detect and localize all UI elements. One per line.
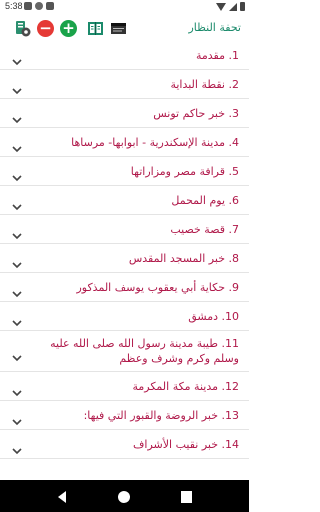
list-item-label: 13. خبر الروضة والقبور التي فيها:: [83, 408, 239, 422]
chevron-down-icon: [12, 347, 22, 362]
list-item[interactable]: 3. خبر حاكم تونس: [0, 99, 249, 128]
recents-button[interactable]: [180, 489, 193, 508]
chevron-down-icon: [12, 225, 22, 240]
list-item[interactable]: 8. خبر المسجد المقدس: [0, 244, 249, 273]
status-notification-icons: [24, 2, 54, 10]
list-item-label: 11. طيبة مدينة رسول الله صلى الله عليه و…: [50, 337, 239, 365]
list-item[interactable]: 7. قصة خصيب: [0, 215, 249, 244]
app-title: تحفة النظار: [188, 21, 241, 34]
list-item[interactable]: 12. مدينة مكة المكرمة: [0, 372, 249, 401]
chevron-down-icon: [12, 382, 22, 397]
screen: 5:38 − + تحفة النظار 1. مقدمة 2. نقطة ال…: [0, 0, 249, 512]
chevron-down-icon: [12, 411, 22, 426]
list-item[interactable]: 14. خبر نقيب الأشراف: [0, 430, 249, 459]
list-item-label: 5. قرافة مصر ومزاراتها: [130, 164, 239, 178]
chevron-down-icon: [12, 109, 22, 124]
list-item-label: 10. دمشق: [188, 309, 239, 323]
list-item-label: 6. يوم المحمل: [171, 193, 239, 207]
chevron-down-icon: [12, 254, 22, 269]
list-item[interactable]: 1. مقدمة: [0, 41, 249, 70]
remove-button[interactable]: −: [37, 20, 54, 37]
home-icon: [118, 491, 130, 503]
battery-icon: [240, 2, 245, 11]
chevron-down-icon: [12, 138, 22, 153]
toolbar: − + تحفة النظار: [0, 14, 249, 44]
list-item[interactable]: 10. دمشق: [0, 302, 249, 331]
toolbar-actions: − +: [14, 20, 133, 37]
chevron-down-icon: [12, 80, 22, 95]
add-button[interactable]: +: [60, 20, 77, 37]
list-item-label: 14. خبر نقيب الأشراف: [133, 437, 239, 451]
sync-icon: [35, 2, 43, 10]
list-item[interactable]: 6. يوم المحمل: [0, 186, 249, 215]
signal-icon: [229, 2, 237, 11]
book-icon: [88, 22, 103, 35]
chevron-down-icon: [12, 283, 22, 298]
list-item[interactable]: 2. نقطة البداية: [0, 70, 249, 99]
chevron-down-icon: [12, 167, 22, 182]
chevron-down-icon: [12, 51, 22, 66]
wifi-icon: [216, 2, 226, 11]
status-system-icons: [216, 2, 245, 11]
list-item-label: 7. قصة خصيب: [170, 222, 239, 236]
window-icon: [111, 23, 126, 34]
status-time: 5:38: [5, 1, 23, 11]
notification-icon: [24, 2, 32, 10]
chapter-list: 1. مقدمة 2. نقطة البداية 3. خبر حاكم تون…: [0, 41, 249, 459]
list-item[interactable]: 9. حكاية أبي يعقوب يوسف المذكور: [0, 273, 249, 302]
list-item-label: 2. نقطة البداية: [170, 77, 239, 91]
list-item-label: 4. مدينة الإسكندرية - ابوابها- مرساها: [71, 135, 239, 149]
chevron-down-icon: [12, 196, 22, 211]
settings-icon[interactable]: [14, 20, 31, 37]
list-item-label: 1. مقدمة: [195, 48, 239, 62]
plus-icon: +: [60, 20, 77, 37]
chevron-down-icon: [12, 312, 22, 327]
notification-icon: [46, 2, 54, 10]
recents-icon: [181, 491, 192, 503]
list-item-label: 12. مدينة مكة المكرمة: [132, 379, 240, 393]
list-item[interactable]: 4. مدينة الإسكندرية - ابوابها- مرساها: [0, 128, 249, 157]
system-nav-bar: [0, 480, 249, 512]
list-item[interactable]: 13. خبر الروضة والقبور التي فيها:: [0, 401, 249, 430]
list-item[interactable]: 5. قرافة مصر ومزاراتها: [0, 157, 249, 186]
window-button[interactable]: [110, 20, 127, 37]
minus-icon: −: [37, 20, 54, 37]
home-button[interactable]: [117, 489, 131, 508]
list-item-label: 9. حكاية أبي يعقوب يوسف المذكور: [76, 280, 239, 294]
status-bar: 5:38: [0, 0, 249, 14]
list-item-label: 8. خبر المسجد المقدس: [128, 251, 239, 265]
chevron-down-icon: [12, 440, 22, 455]
back-button[interactable]: [56, 489, 68, 508]
list-item-label: 3. خبر حاكم تونس: [153, 106, 239, 120]
list-item[interactable]: 11. طيبة مدينة رسول الله صلى الله عليه و…: [0, 331, 249, 372]
book-button[interactable]: [87, 20, 104, 37]
back-icon: [58, 491, 66, 503]
